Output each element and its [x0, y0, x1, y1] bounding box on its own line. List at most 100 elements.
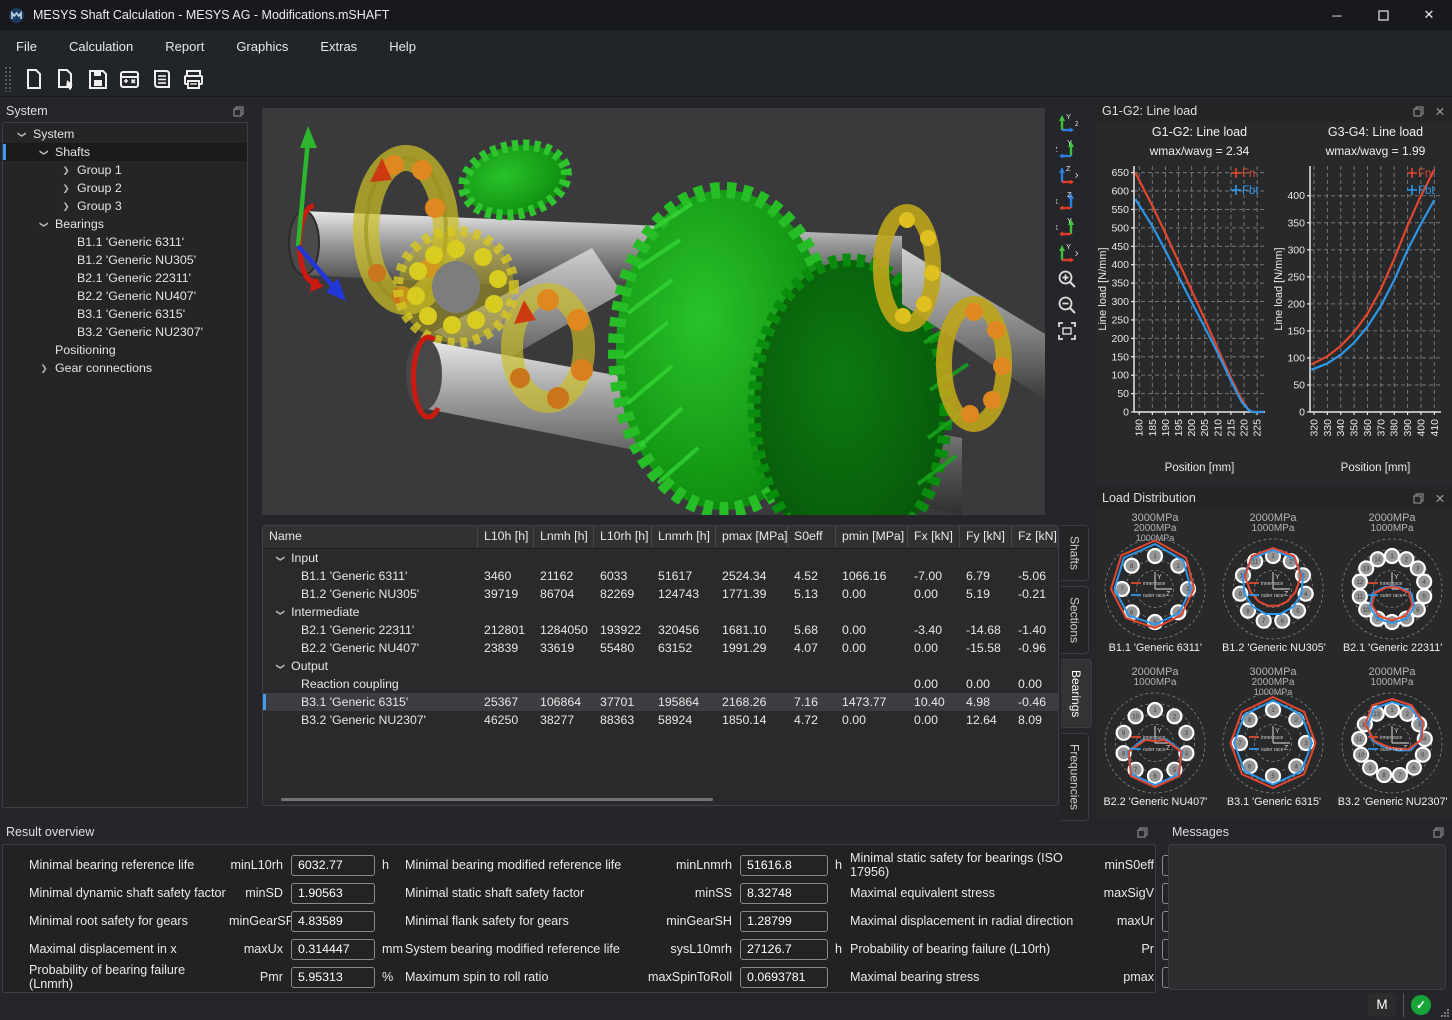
close-button[interactable]: ✕: [1406, 0, 1452, 30]
tree-item-b2-1-generic-22311-[interactable]: B2.1 'Generic 22311': [3, 269, 247, 287]
result-value-field[interactable]: 1.28799: [740, 911, 828, 932]
close-panel-icon[interactable]: ✕: [1434, 105, 1446, 117]
tree-item-b3-2-generic-nu2307-[interactable]: B3.2 'Generic NU2307': [3, 323, 247, 341]
result-value-field[interactable]: 27126.7: [740, 939, 828, 960]
chevron-down-icon[interactable]: ❯: [275, 662, 286, 669]
chevron-down-icon[interactable]: ❯: [39, 147, 50, 157]
tree-item-positioning[interactable]: Positioning: [3, 341, 247, 359]
table-row[interactable]: B1.2 'Generic NU305'39719867048226912474…: [263, 585, 1058, 603]
menu-graphics[interactable]: Graphics: [220, 30, 304, 62]
view-yx-back-icon: YX: [1056, 216, 1078, 238]
table-group-row[interactable]: ❯Input: [263, 549, 1058, 567]
float-panel-icon[interactable]: [232, 105, 244, 117]
zoom-fit-icon: [1056, 320, 1078, 342]
float-panel-icon[interactable]: [1136, 826, 1148, 838]
table-row[interactable]: B1.1 'Generic 6311'346021162603351617252…: [263, 567, 1058, 585]
save-file-button[interactable]: [82, 65, 112, 93]
tree-item-shafts[interactable]: ❯Shafts: [3, 143, 247, 161]
table-group-row[interactable]: ❯Intermediate: [263, 603, 1058, 621]
open-file-button[interactable]: [50, 65, 80, 93]
3d-viewport[interactable]: [262, 108, 1045, 515]
toolbar-drag-handle[interactable]: [4, 66, 12, 92]
tree-item-system[interactable]: ❯System: [3, 125, 247, 143]
horizontal-scrollbar[interactable]: [281, 798, 713, 801]
column-header-l10rh[interactable]: L10rh [h]: [594, 526, 652, 548]
view-yx-button[interactable]: YX: [1052, 240, 1082, 266]
chevron-down-icon[interactable]: ❯: [17, 129, 28, 139]
messages-toggle-button[interactable]: M: [1368, 993, 1396, 1017]
tree-item-b3-1-generic-6315-[interactable]: B3.1 'Generic 6315': [3, 305, 247, 323]
table-row[interactable]: B2.2 'Generic NU407'23839336195548063152…: [263, 639, 1058, 657]
column-header-pmax[interactable]: pmax [MPa]: [716, 526, 788, 548]
table-row[interactable]: B2.1 'Generic 22311'21280112840501939223…: [263, 621, 1058, 639]
float-panel-icon[interactable]: [1412, 492, 1424, 504]
column-header-fz[interactable]: Fz [kN]: [1012, 526, 1059, 548]
result-value-field[interactable]: 0.314447: [291, 939, 375, 960]
column-header-lnmrh[interactable]: Lnmrh [h]: [652, 526, 716, 548]
menu-calculation[interactable]: Calculation: [53, 30, 149, 62]
result-value-field[interactable]: 8.32748: [740, 883, 828, 904]
column-header-name[interactable]: Name: [263, 526, 478, 548]
view-zy-button[interactable]: YZ: [1052, 136, 1082, 162]
tree-item-b1-2-generic-nu305-[interactable]: B1.2 'Generic NU305': [3, 251, 247, 269]
menu-help[interactable]: Help: [373, 30, 432, 62]
column-header-pmin[interactable]: pmin [MPa]: [836, 526, 908, 548]
column-header-fy[interactable]: Fy [kN]: [960, 526, 1012, 548]
float-panel-icon[interactable]: [1412, 105, 1424, 117]
table-row[interactable]: B3.1 'Generic 6315'253671068643770119586…: [263, 693, 1058, 711]
result-value-field[interactable]: 0.0693781: [740, 967, 828, 988]
tab-sections[interactable]: Sections: [1061, 586, 1089, 654]
minimize-button[interactable]: ─: [1314, 0, 1360, 30]
print-button[interactable]: [178, 65, 208, 93]
tree-item-gear-connections[interactable]: ❯Gear connections: [3, 359, 247, 377]
table-row[interactable]: Reaction coupling0.000.000.001892.8: [263, 675, 1058, 693]
tree-item-group-3[interactable]: ❯Group 3: [3, 197, 247, 215]
result-value-field[interactable]: 5.95313: [291, 967, 375, 988]
tree-item-group-1[interactable]: ❯Group 1: [3, 161, 247, 179]
table-row[interactable]: B3.2 'Generic NU2307'4625038277883635892…: [263, 711, 1058, 729]
result-value-field[interactable]: 51616.8: [740, 855, 828, 876]
tree-item-bearings[interactable]: ❯Bearings: [3, 215, 247, 233]
column-header-s0eff[interactable]: S0eff: [788, 526, 836, 548]
report-button[interactable]: [146, 65, 176, 93]
svg-text:inner race: inner race: [1380, 581, 1402, 587]
calculation-button[interactable]: [114, 65, 144, 93]
zoom-fit-button[interactable]: [1052, 318, 1082, 344]
table-group-row[interactable]: ❯Output: [263, 657, 1058, 675]
close-panel-icon[interactable]: ✕: [1434, 492, 1446, 504]
result-value-field[interactable]: 4.83589: [291, 911, 375, 932]
result-overview-title: Result overview: [6, 825, 94, 839]
result-value-field[interactable]: 1.90563: [291, 883, 375, 904]
tab-shafts[interactable]: Shafts: [1061, 525, 1089, 581]
view-yx-back-button[interactable]: YX: [1052, 214, 1082, 240]
resize-grip[interactable]: [1440, 1008, 1450, 1018]
menu-file[interactable]: File: [0, 30, 53, 62]
tree-item-group-2[interactable]: ❯Group 2: [3, 179, 247, 197]
tree-item-b2-2-generic-nu407-[interactable]: B2.2 'Generic NU407': [3, 287, 247, 305]
result-value-field[interactable]: 6032.77: [291, 855, 375, 876]
chevron-down-icon[interactable]: ❯: [39, 219, 50, 229]
tree-item-b1-1-generic-6311-[interactable]: B1.1 'Generic 6311': [3, 233, 247, 251]
maximize-button[interactable]: [1360, 0, 1406, 30]
view-zx-button[interactable]: ZX: [1052, 162, 1082, 188]
chevron-right-icon[interactable]: ❯: [39, 363, 49, 374]
column-header-lnmh[interactable]: Lnmh [h]: [534, 526, 594, 548]
float-panel-icon[interactable]: [1432, 826, 1444, 838]
chevron-right-icon[interactable]: ❯: [61, 183, 71, 194]
column-header-fx[interactable]: Fx [kN]: [908, 526, 960, 548]
column-header-l10h[interactable]: L10h [h]: [478, 526, 534, 548]
chevron-down-icon[interactable]: ❯: [275, 608, 286, 615]
chevron-right-icon[interactable]: ❯: [61, 165, 71, 176]
view-yz-button[interactable]: YZ: [1052, 110, 1082, 136]
svg-text:300: 300: [1287, 244, 1305, 256]
chevron-right-icon[interactable]: ❯: [61, 201, 71, 212]
zoom-out-button[interactable]: [1052, 292, 1082, 318]
view-zx-back-button[interactable]: ZX: [1052, 188, 1082, 214]
tab-frequencies[interactable]: Frequencies: [1061, 733, 1089, 821]
menu-report[interactable]: Report: [149, 30, 220, 62]
chevron-down-icon[interactable]: ❯: [275, 554, 286, 561]
tab-bearings[interactable]: Bearings: [1061, 659, 1092, 728]
zoom-in-button[interactable]: [1052, 266, 1082, 292]
menu-extras[interactable]: Extras: [304, 30, 373, 62]
new-file-button[interactable]: [18, 65, 48, 93]
